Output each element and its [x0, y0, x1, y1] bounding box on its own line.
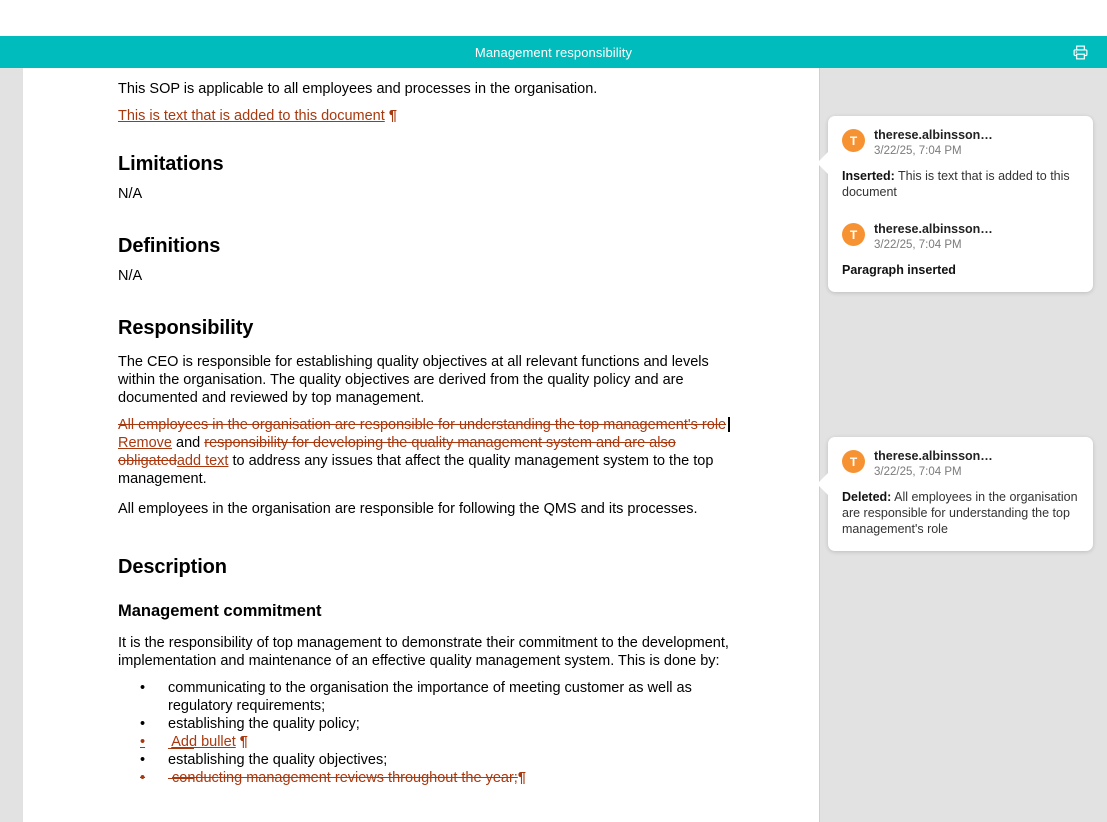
deleted-text-1: All employees in the organisation are re… — [118, 417, 727, 433]
comment-author: therese.albinsson… — [874, 128, 993, 142]
comment-meta: therese.albinsson… 3/22/25, 7:04 PM — [874, 222, 993, 253]
bullet-marker: • — [140, 770, 146, 786]
bullet-marker: • — [140, 716, 146, 732]
paragraph-responsibility-1: The CEO is responsible for establishing … — [118, 354, 709, 406]
heading-responsibility: Responsibility — [118, 317, 254, 339]
comment-header: T therese.albinsson… 3/22/25, 7:04 PM — [842, 222, 1079, 253]
paragraph-responsibility-2: All employees in the organisation are re… — [118, 501, 698, 517]
heading-management-commitment: Management commitment — [118, 602, 322, 620]
comment-meta: therese.albinsson… 3/22/25, 7:04 PM — [874, 128, 993, 159]
list-item-text: establishing the quality objectives; — [168, 752, 388, 768]
titlebar-actions — [1067, 36, 1093, 68]
text-caret — [728, 417, 731, 432]
comment-entry[interactable]: T therese.albinsson… 3/22/25, 7:04 PM De… — [842, 449, 1079, 537]
bullet-marker: • — [140, 734, 146, 750]
comment-timestamp: 3/22/25, 7:04 PM — [874, 145, 962, 157]
comment-entry[interactable]: T therese.albinsson… 3/22/25, 7:04 PM Pa… — [842, 222, 1079, 278]
paragraph-description-intro: It is the responsibility of top manageme… — [118, 635, 729, 669]
list-item: • establishing the quality objectives; — [118, 751, 749, 769]
avatar: T — [842, 223, 865, 246]
document-body: This SOP is applicable to all employees … — [23, 68, 819, 787]
list-item: • communicating to the organisation the … — [118, 679, 749, 715]
paragraph-definitions: N/A — [118, 268, 143, 284]
list-item-text: conducting management reviews throughout… — [172, 770, 518, 786]
avatar: T — [842, 129, 865, 152]
list-item-text: establishing the quality policy; — [168, 716, 360, 732]
comment-author: therese.albinsson… — [874, 449, 993, 463]
paragraph-inserted: This is text that is added to this docum… — [118, 98, 749, 125]
comment-author: therese.albinsson… — [874, 222, 993, 236]
list-item: • establishing the quality policy; — [118, 715, 749, 733]
printer-icon — [1072, 44, 1089, 61]
inserted-text-1: Remove — [118, 435, 172, 451]
paragraph-limitations: N/A — [118, 186, 143, 202]
top-spacer — [0, 0, 1107, 36]
comment-card[interactable]: T therese.albinsson… 3/22/25, 7:04 PM In… — [817, 116, 1093, 292]
workspace: This SOP is applicable to all employees … — [0, 68, 1107, 822]
paragraph-intro: This SOP is applicable to all employees … — [118, 81, 598, 97]
heading-description: Description — [118, 556, 227, 578]
app-root: Management responsibility This SOP is ap… — [0, 0, 1107, 822]
comment-meta: therese.albinsson… 3/22/25, 7:04 PM — [874, 449, 993, 480]
document-title: Management responsibility — [474, 44, 633, 60]
comment-text: Inserted: This is text that is added to … — [842, 168, 1079, 200]
comment-header: T therese.albinsson… 3/22/25, 7:04 PM — [842, 449, 1079, 480]
title-bar: Management responsibility — [0, 36, 1107, 68]
document-page[interactable]: This SOP is applicable to all employees … — [23, 68, 820, 822]
list-item-inserted: • Add bullet ¶ — [118, 733, 749, 751]
comment-card[interactable]: T therese.albinsson… 3/22/25, 7:04 PM De… — [817, 437, 1093, 551]
bullet-marker: • — [140, 680, 146, 696]
print-button[interactable] — [1067, 39, 1093, 65]
pilcrow-icon: ¶ — [388, 108, 397, 124]
paragraph-tracked-changes: All employees in the organisation are re… — [118, 407, 749, 488]
comment-entry[interactable]: T therese.albinsson… 3/22/25, 7:04 PM In… — [842, 128, 1079, 200]
list-item-text: Add bullet — [171, 734, 236, 750]
inserted-text-2: add text — [176, 453, 229, 469]
heading-definitions: Definitions — [118, 235, 221, 257]
list-item-text: communicating to the organisation the im… — [168, 680, 692, 714]
comment-timestamp: 3/22/25, 7:04 PM — [874, 239, 962, 251]
comments-rail: T therese.albinsson… 3/22/25, 7:04 PM In… — [817, 68, 1107, 822]
comment-header: T therese.albinsson… 3/22/25, 7:04 PM — [842, 128, 1079, 159]
comment-change-label: Deleted: — [842, 490, 892, 504]
comment-timestamp: 3/22/25, 7:04 PM — [874, 466, 962, 478]
pilcrow-icon: ¶ — [517, 770, 526, 786]
bullet-marker: • — [140, 752, 146, 768]
comment-text: Deleted: All employees in the organisati… — [842, 489, 1079, 537]
commitment-bullet-list: • communicating to the organisation the … — [118, 670, 749, 787]
inserted-text: This is text that is added to this docum… — [118, 108, 385, 124]
avatar: T — [842, 450, 865, 473]
plain-text-1: and — [172, 435, 205, 451]
heading-limitations: Limitations — [118, 153, 224, 175]
comment-change-label: Inserted: — [842, 169, 895, 183]
comment-text: Paragraph inserted — [842, 263, 956, 277]
pilcrow-icon: ¶ — [239, 734, 248, 750]
list-item-deleted: • conducting management reviews througho… — [118, 769, 749, 787]
